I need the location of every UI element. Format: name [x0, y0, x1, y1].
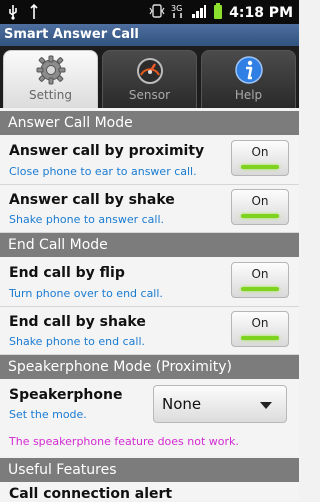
toggle-label: On [251, 267, 269, 281]
section-header-answer: Answer Call Mode [0, 111, 299, 135]
toggle-label: On [251, 145, 269, 159]
tab-label: Setting [29, 88, 72, 102]
toggle-indicator [241, 214, 279, 218]
app-title: Smart Answer Call [0, 24, 299, 46]
item-title: End call by shake [9, 314, 146, 330]
toggle-label: On [251, 316, 269, 330]
tab-label: Sensor [128, 88, 171, 102]
tab-setting[interactable]: Setting [3, 50, 98, 108]
tab-label: Help [234, 88, 263, 102]
toggle-indicator [241, 165, 279, 169]
item-subtitle: Turn phone over to end call. [9, 287, 163, 300]
item-subtitle: Shake phone to answer call. [9, 213, 165, 226]
battery-icon [213, 3, 223, 23]
tab-sensor[interactable]: Sensor [102, 50, 197, 108]
list-item-answer-proximity[interactable]: Answer call by proximity Close phone to … [0, 135, 299, 185]
toggle-answer-proximity[interactable]: On [231, 140, 289, 176]
item-title: Answer call by proximity [9, 143, 205, 159]
speakerphone-mode-select[interactable]: None [153, 385, 287, 423]
toggle-indicator [241, 336, 279, 340]
toggle-indicator [241, 287, 279, 291]
svg-text:3G: 3G [171, 4, 182, 13]
section-header-useful: Useful Features [0, 458, 299, 482]
section-header-speaker: Speakerphone Mode (Proximity) [0, 355, 299, 379]
usb-icon [6, 4, 20, 24]
item-subtitle: Shake phone to end call. [9, 335, 146, 348]
select-value: None [162, 395, 202, 413]
tab-bar: Setting Sensor Help [0, 46, 299, 108]
3g-icon: 3G [171, 3, 185, 23]
item-subtitle: Set the mode. [9, 408, 87, 421]
toggle-end-shake[interactable]: On [231, 311, 289, 347]
signal-icon [191, 3, 207, 23]
chevron-down-icon [260, 402, 272, 409]
section-header-end: End Call Mode [0, 233, 299, 257]
vibrate-icon [149, 3, 165, 23]
toggle-answer-shake[interactable]: On [231, 189, 289, 225]
usb-plug-icon [28, 3, 40, 24]
tab-help[interactable]: Help [201, 50, 296, 108]
item-title: Answer call by shake [9, 192, 175, 208]
list-item-end-shake[interactable]: End call by shake Shake phone to end cal… [0, 307, 299, 355]
item-title: Speakerphone [9, 387, 123, 403]
toggle-end-flip[interactable]: On [231, 262, 289, 298]
gauge-icon [135, 55, 165, 85]
speakerphone-warning: The speakerphone feature does not work. [0, 428, 299, 456]
item-title: End call by flip [9, 265, 125, 281]
list-item-end-flip[interactable]: End call by flip Turn phone over to end … [0, 257, 299, 307]
item-subtitle: Close phone to ear to answer call. [9, 165, 197, 178]
info-icon [234, 55, 264, 85]
list-item-answer-shake[interactable]: Answer call by shake Shake phone to answ… [0, 185, 299, 233]
toggle-label: On [251, 194, 269, 208]
clock: 4:18 PM [229, 5, 293, 21]
gear-icon [36, 55, 66, 85]
status-bar: 3G 4:18 PM [0, 0, 299, 24]
